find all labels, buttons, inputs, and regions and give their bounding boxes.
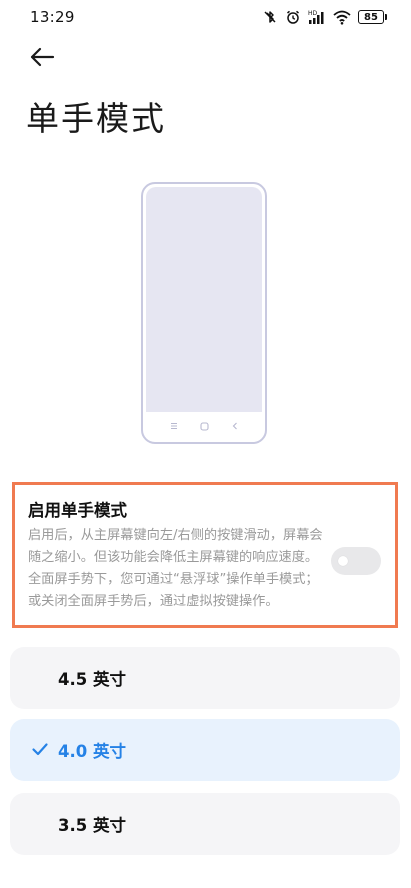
page-title: 单手模式	[26, 99, 166, 138]
alarm-icon	[287, 10, 299, 24]
svg-text:HD: HD	[308, 10, 318, 17]
wifi-icon	[333, 10, 351, 25]
size-option-3-5[interactable]: 3.5 英寸	[10, 793, 400, 855]
back-nav-icon	[232, 422, 237, 430]
phone-screen	[146, 187, 262, 412]
status-time: 13:29	[30, 8, 75, 26]
menu-icon	[170, 422, 177, 430]
size-option-label: 4.0 英寸	[58, 742, 126, 761]
bluetooth-off-icon	[264, 11, 276, 23]
status-bar: 13:29 HD 85	[0, 0, 411, 34]
phone-illustration	[141, 182, 267, 444]
signal-icon: HD	[308, 10, 324, 24]
arrow-left-icon	[30, 47, 55, 67]
check-icon	[32, 743, 48, 756]
size-option-4-5[interactable]: 4.5 英寸	[10, 647, 400, 709]
status-icons: HD 85	[262, 9, 387, 25]
size-option-label: 3.5 英寸	[58, 816, 126, 835]
size-option-4-0[interactable]: 4.0 英寸	[10, 719, 400, 781]
one-hand-mode-setting: 启用单手模式 启用后，从主屏幕键向左/右侧的按键滑动，屏幕会随之缩小。但该功能会…	[12, 482, 398, 628]
size-option-label: 4.5 英寸	[58, 670, 126, 689]
setting-title: 启用单手模式	[28, 501, 127, 520]
one-hand-mode-toggle[interactable]	[331, 547, 381, 575]
battery-icon: 85	[358, 10, 387, 24]
setting-description: 启用后，从主屏幕键向左/右侧的按键滑动，屏幕会随之缩小。但该功能会降低主屏幕键的…	[28, 528, 323, 609]
phone-nav-bar	[143, 418, 265, 434]
toggle-knob	[338, 556, 348, 566]
home-icon	[199, 421, 209, 431]
back-button[interactable]	[22, 40, 62, 74]
battery-level: 85	[358, 10, 384, 24]
